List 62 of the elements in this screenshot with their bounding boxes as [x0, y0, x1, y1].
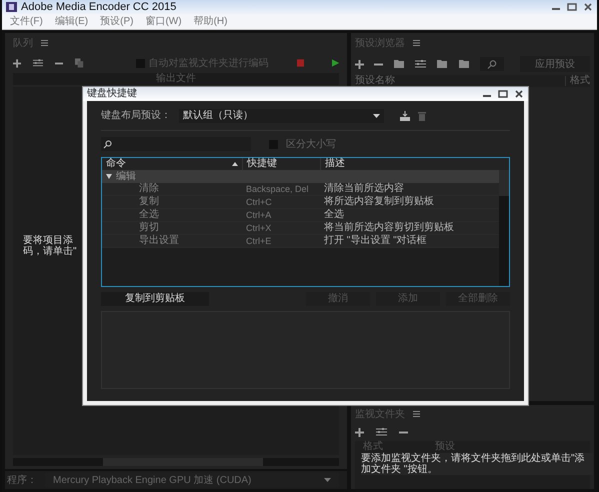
column-header: 格式 — [565, 76, 590, 86]
shortcut-cell-text: Ctrl+E — [245, 236, 272, 246]
window-title: Adobe Media Encoder CC 2015 — [21, 2, 178, 12]
shortcut-cell-text: Backspace, Del — [245, 184, 310, 194]
hint-text: 要将项目添 — [23, 235, 73, 246]
disclosure-icon — [106, 174, 112, 179]
dropdown-arrow-icon — [324, 478, 331, 482]
description-cell-text: 将所选内容复制到剪贴板 — [323, 197, 434, 207]
menu-item[interactable]: 文件(F) — [10, 14, 43, 29]
command-cell[interactable]: 复制 — [102, 197, 242, 207]
search-icon — [103, 140, 112, 148]
close-icon[interactable] — [583, 3, 593, 11]
group-row[interactable]: 编辑 — [102, 170, 499, 183]
menu-icon[interactable] — [41, 40, 48, 46]
apply-preset-button[interactable]: 应用预设 — [520, 56, 590, 72]
duplicate-icon[interactable] — [75, 58, 84, 68]
menu-icon[interactable] — [413, 40, 420, 46]
layout-label: 键盘布局预设： — [101, 108, 171, 123]
description-cell-text: 清除当前所选内容 — [323, 184, 404, 194]
renderer-label: 程序： — [7, 474, 37, 488]
command-cell[interactable]: 全选 — [102, 210, 242, 220]
description-cell-text: 打开 "导出设置 "对话框 — [323, 236, 427, 246]
folder-icon[interactable] — [436, 59, 448, 69]
command-cell[interactable]: 剪切 — [102, 223, 242, 233]
column-header: 预设名称 — [355, 76, 396, 86]
close-icon[interactable] — [514, 90, 524, 98]
layout-dropdown[interactable]: 默认组（只读） — [179, 108, 384, 122]
dropdown-arrow-icon — [373, 114, 380, 118]
menu-icon[interactable] — [413, 411, 420, 417]
maximize-icon[interactable] — [498, 90, 508, 98]
description-cell-text: 全选 — [323, 210, 344, 220]
search-field[interactable] — [101, 137, 251, 151]
column-header: 输出文件 — [13, 73, 339, 85]
save-icon[interactable] — [400, 110, 410, 120]
folder-add-icon[interactable] — [393, 59, 405, 69]
app-icon — [6, 2, 17, 12]
sliders-icon[interactable] — [376, 427, 387, 437]
hint-text: 要添加监视文件夹，请将文件夹拖到此处或单击"添加文件夹 "按钮。 — [361, 453, 593, 475]
command-cell[interactable]: 导出设置 — [102, 236, 242, 246]
shortcut-cell-text: Ctrl+X — [245, 224, 272, 232]
shortcut-cell-text: Ctrl+A — [245, 210, 272, 220]
menu-item[interactable]: 编辑(E) — [54, 14, 88, 29]
add-icon[interactable] — [355, 60, 364, 68]
menu-item[interactable]: 预设(P) — [100, 14, 134, 29]
hint-text: 码，请单击" — [23, 246, 77, 257]
add-icon[interactable] — [355, 428, 364, 436]
add-icon[interactable] — [13, 58, 22, 68]
dialog-button[interactable]: 复制到剪贴板 — [101, 292, 209, 306]
folder-icon[interactable] — [458, 59, 470, 69]
play-icon[interactable] — [332, 59, 340, 67]
menu-item[interactable]: 帮助(H) — [194, 14, 228, 29]
dialog-title: 键盘快捷键 — [87, 89, 138, 99]
description-cell-text: 将当前所选内容剪切到剪贴板 — [323, 223, 454, 233]
checkbox-label: 区分大小写 — [286, 138, 336, 152]
sliders-icon[interactable] — [415, 59, 426, 69]
sliders-icon[interactable] — [33, 58, 44, 68]
maximize-icon[interactable] — [567, 3, 577, 11]
menu-item[interactable]: 窗口(W) — [145, 14, 182, 29]
sort-icon — [232, 162, 238, 166]
command-cell[interactable]: 清除 — [102, 184, 242, 194]
search-icon[interactable] — [480, 57, 504, 71]
shortcut-cell-text: Ctrl+C — [245, 198, 273, 206]
